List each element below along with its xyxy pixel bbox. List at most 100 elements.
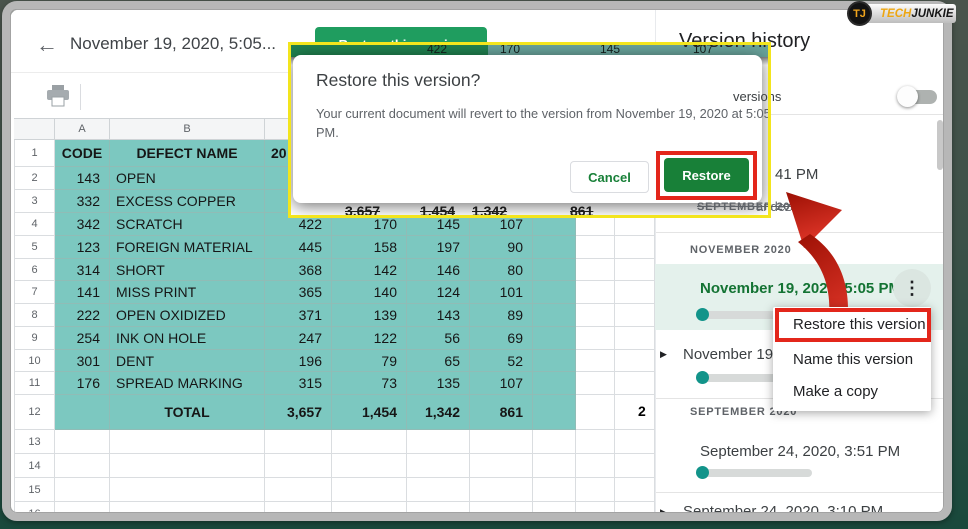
grid-cell[interactable] [110,502,265,526]
column-header[interactable]: A [55,118,110,140]
grid-cell[interactable]: 124 [407,281,470,304]
grid-cell[interactable] [615,281,655,304]
grid-cell[interactable]: 101 [470,281,533,304]
grid-cell[interactable] [576,236,615,259]
grid-cell[interactable] [110,454,265,478]
grid-cell[interactable]: 254 [55,327,110,350]
grid-cell[interactable]: SPREAD MARKING [110,372,265,395]
row-header[interactable]: 3 [14,190,55,213]
grid-cell[interactable]: CODE [55,140,110,167]
grid-cell[interactable]: EXCESS COPPER [110,190,265,213]
row-header[interactable]: 5 [14,236,55,259]
grid-cell[interactable] [533,502,576,526]
grid-cell[interactable]: FOREIGN MATERIAL [110,236,265,259]
grid-cell[interactable]: 445 [265,236,332,259]
grid-cell[interactable]: DEFECT NAME [110,140,265,167]
grid-cell[interactable]: 247 [265,327,332,350]
grid-cell[interactable]: 332 [55,190,110,213]
grid-cell[interactable]: 314 [55,259,110,281]
row-header[interactable]: 13 [14,430,55,454]
grid-cell[interactable] [55,502,110,526]
grid-cell[interactable] [615,502,655,526]
cancel-button[interactable]: Cancel [570,161,649,193]
grid-cell[interactable]: 197 [407,236,470,259]
grid-cell[interactable] [615,259,655,281]
row-header[interactable]: 10 [14,350,55,372]
grid-cell[interactable]: 79 [332,350,407,372]
restore-button[interactable]: Restore [664,158,749,192]
grid-cell[interactable]: 141 [55,281,110,304]
grid-cell[interactable]: 146 [407,259,470,281]
grid-cell[interactable]: 371 [265,304,332,327]
grid-cell[interactable]: 122 [332,327,407,350]
row-header[interactable]: 15 [14,478,55,502]
grid-cell[interactable]: 342 [55,213,110,236]
grid-cell[interactable]: OPEN [110,167,265,190]
grid-cell[interactable] [533,372,576,395]
menu-item-make-a-copy[interactable]: Make a copy [793,383,878,400]
grid-cell[interactable] [55,395,110,430]
grid-cell[interactable] [576,454,615,478]
grid-cell[interactable] [576,350,615,372]
grid-cell[interactable]: DENT [110,350,265,372]
expand-triangle-icon[interactable]: ▶ [660,349,667,360]
grid-cell[interactable] [110,430,265,454]
grid-cell[interactable]: 365 [265,281,332,304]
grid-cell[interactable] [533,327,576,350]
grid-cell[interactable] [576,430,615,454]
grid-cell[interactable]: 107 [470,372,533,395]
grid-cell[interactable] [615,430,655,454]
grid-cell[interactable]: 139 [332,304,407,327]
grid-cell[interactable]: TOTAL [110,395,265,430]
grid-cell[interactable] [576,478,615,502]
grid-cell[interactable]: MISS PRINT [110,281,265,304]
grid-cell[interactable]: 315 [265,372,332,395]
grid-cell[interactable] [265,478,332,502]
grid-cell[interactable] [615,372,655,395]
grid-cell[interactable] [407,430,470,454]
grid-cell[interactable] [615,236,655,259]
grid-cell[interactable]: 861 [470,395,533,430]
grid-cell[interactable] [265,454,332,478]
column-header[interactable]: B [110,118,265,140]
grid-cell[interactable]: 135 [407,372,470,395]
grid-cell[interactable] [110,478,265,502]
grid-cell[interactable] [576,502,615,526]
grid-cell[interactable] [55,454,110,478]
printer-icon[interactable] [46,85,70,112]
row-header[interactable]: 4 [14,213,55,236]
grid-cell[interactable] [265,502,332,526]
grid-cell[interactable] [470,502,533,526]
panel-scrollbar[interactable] [937,120,943,170]
grid-cell[interactable]: 3,657 [265,395,332,430]
grid-cell[interactable]: 65 [407,350,470,372]
row-header[interactable]: 1 [14,140,55,167]
grid-cell[interactable]: SHORT [110,259,265,281]
row-header[interactable]: 9 [14,327,55,350]
menu-item-name-this-version[interactable]: Name this version [793,351,913,368]
grid-cell[interactable] [533,430,576,454]
row-header[interactable]: 12 [14,395,55,430]
grid-cell[interactable] [55,478,110,502]
version-options-button[interactable]: ⋮ [893,269,931,307]
grid-cell[interactable] [576,304,615,327]
grid-cell[interactable]: 69 [470,327,533,350]
grid-cell[interactable] [332,478,407,502]
grid-cell[interactable] [615,304,655,327]
grid-cell[interactable]: 56 [407,327,470,350]
grid-cell[interactable]: 143 [407,304,470,327]
grid-cell[interactable] [533,304,576,327]
version-slider-dot[interactable] [696,308,709,321]
grid-cell[interactable] [533,236,576,259]
grid-cell[interactable]: 52 [470,350,533,372]
grid-cell[interactable] [615,350,655,372]
grid-corner[interactable] [14,118,55,140]
grid-cell[interactable]: 196 [265,350,332,372]
grid-cell[interactable]: 80 [470,259,533,281]
grid-cell[interactable]: SCRATCH [110,213,265,236]
row-header[interactable]: 8 [14,304,55,327]
grid-cell[interactable] [407,478,470,502]
grid-cell[interactable]: 140 [332,281,407,304]
grid-cell[interactable]: 176 [55,372,110,395]
grid-cell[interactable]: 142 [332,259,407,281]
